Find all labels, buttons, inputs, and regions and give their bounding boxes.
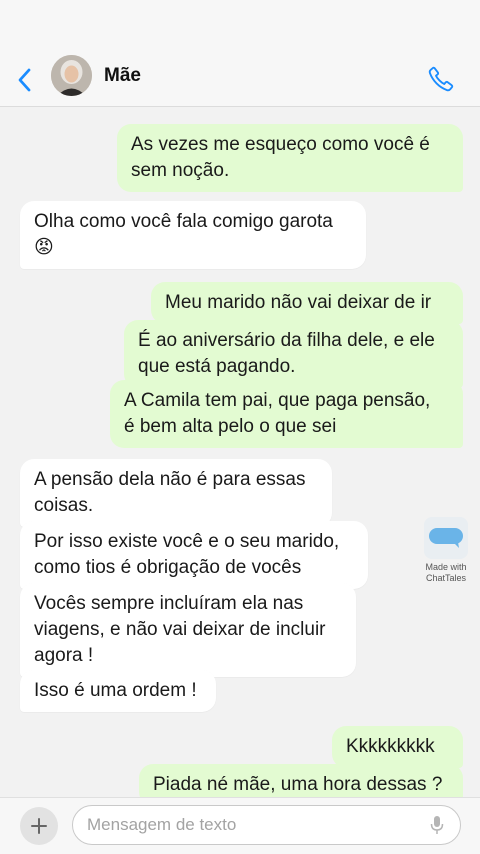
watermark-text: Made with ChatTales [425, 562, 467, 583]
add-attachment-button[interactable] [20, 807, 58, 845]
back-button[interactable] [10, 62, 38, 98]
chevron-left-icon [18, 68, 31, 92]
contact-name[interactable]: Mãe [104, 65, 141, 87]
message-bubble-outgoing[interactable]: É ao aniversário da filha dele, e ele qu… [124, 320, 463, 388]
message-bubble-outgoing[interactable]: Meu marido não vai deixar de ir [151, 282, 463, 324]
chat-header: Mãe [0, 0, 480, 107]
message-list[interactable]: As vezes me esqueço como você é sem noçã… [0, 107, 480, 806]
message-input[interactable] [87, 806, 417, 843]
message-composer [0, 797, 480, 854]
watermark: Made with ChatTales [420, 517, 472, 584]
plus-icon [31, 818, 47, 834]
phone-icon [428, 66, 454, 92]
message-bubble-outgoing[interactable]: A Camila tem pai, que paga pensão, é bem… [110, 380, 463, 448]
call-button[interactable] [424, 62, 458, 96]
message-bubble-outgoing[interactable]: Kkkkkkkkk [332, 726, 463, 768]
avatar[interactable] [51, 55, 92, 96]
message-bubble-incoming[interactable]: Vocês sempre incluíram ela nas viagens, … [20, 583, 356, 677]
message-field[interactable] [72, 805, 461, 845]
message-bubble-incoming[interactable]: A pensão dela não é para essas coisas. [20, 459, 332, 527]
dictation-button[interactable] [428, 814, 446, 836]
microphone-icon [430, 816, 444, 834]
chat-bubble-icon [424, 517, 468, 559]
message-bubble-incoming[interactable]: Olha como você fala comigo garota 😡 [20, 201, 366, 269]
message-bubble-outgoing[interactable]: As vezes me esqueço como você é sem noçã… [117, 124, 463, 192]
message-bubble-incoming[interactable]: Isso é uma ordem ! [20, 670, 216, 712]
message-bubble-incoming[interactable]: Por isso existe você e o seu marido, com… [20, 521, 368, 589]
